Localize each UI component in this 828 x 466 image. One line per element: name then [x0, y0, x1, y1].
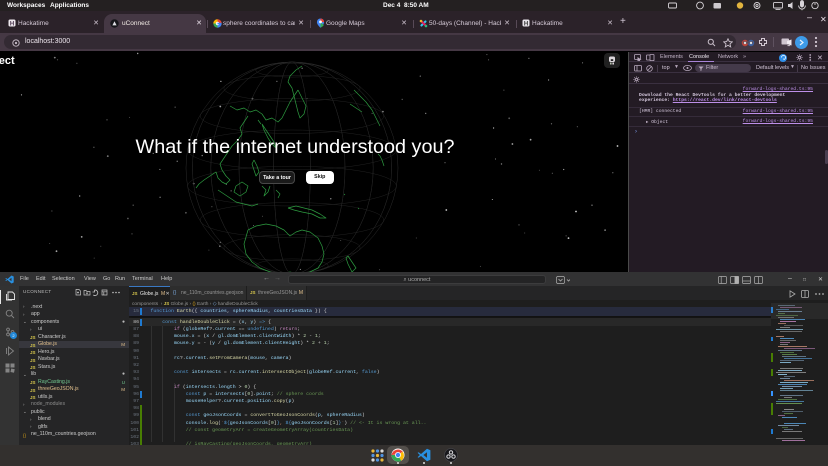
svg-text:H: H [524, 22, 528, 28]
svg-text:H: H [10, 22, 14, 28]
